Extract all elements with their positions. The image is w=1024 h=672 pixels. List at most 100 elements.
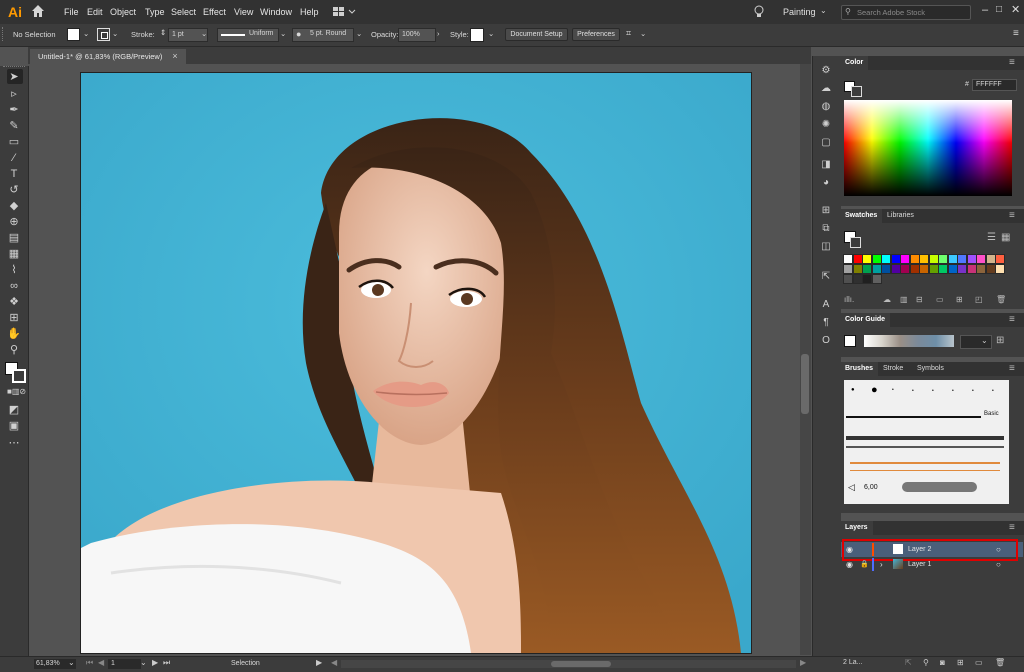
swatch[interactable] (919, 254, 929, 264)
chevron-down-icon[interactable]: ⌄ (201, 29, 207, 38)
lock-icon[interactable]: 🔒 (860, 557, 869, 572)
swatch[interactable] (852, 254, 863, 264)
stroke-stepper-icon[interactable]: ⇕ (160, 28, 166, 37)
scroll-left-icon[interactable]: ◀ (331, 658, 337, 667)
graphic-style-swatch[interactable] (470, 28, 484, 42)
align-icon[interactable]: ⊞ (819, 204, 833, 218)
swatch[interactable] (890, 254, 901, 264)
scroll-thumb[interactable] (551, 661, 611, 667)
arrange-icon[interactable]: ⌗ (626, 28, 631, 39)
pathfinder-icon[interactable]: ◫ (819, 240, 833, 254)
tab-color-guide[interactable]: Color Guide (840, 313, 891, 327)
swatch[interactable] (852, 274, 863, 284)
paragraph-icon[interactable]: ¶ (819, 316, 833, 330)
swatch[interactable] (928, 254, 939, 264)
next-artboard-icon[interactable]: ▶ (152, 658, 158, 667)
delete-icon[interactable]: 🗑 (996, 295, 1006, 304)
chevron-down-icon[interactable]: ⌄ (280, 29, 286, 38)
swatch[interactable] (843, 274, 853, 284)
new-sublayer-icon[interactable]: ⊞ (957, 658, 964, 667)
swatch[interactable] (862, 274, 872, 284)
swatch[interactable] (909, 264, 920, 274)
menu-object[interactable]: Object (110, 7, 136, 17)
save-color-group-icon[interactable]: ⊞ (996, 335, 1004, 346)
hand-tool-icon[interactable]: ✋ (7, 327, 21, 341)
swatch[interactable] (938, 254, 948, 264)
type-tool-icon[interactable]: T (7, 167, 21, 181)
chevron-down-icon[interactable]: ⌄ (640, 29, 646, 38)
menu-edit[interactable]: Edit (87, 7, 103, 17)
artboard-tool-icon[interactable]: ⊞ (7, 311, 21, 325)
swatch[interactable] (947, 264, 958, 274)
horizontal-scrollbar[interactable] (341, 660, 796, 668)
brush-definition[interactable]: ● 5 pt. Round (292, 28, 354, 42)
stroke-color-icon[interactable] (850, 237, 861, 248)
tab-stroke[interactable]: Stroke (878, 362, 908, 376)
menu-window[interactable]: Window (260, 7, 292, 17)
gradient-tool-icon[interactable]: ▤ (7, 231, 21, 245)
tab-symbols[interactable]: Symbols (912, 362, 949, 376)
swatch[interactable] (947, 254, 958, 264)
swatch[interactable] (938, 264, 948, 274)
previous-artboard-icon[interactable]: ◀ (98, 658, 104, 667)
chevron-right-icon[interactable]: › (437, 29, 440, 38)
rotate-tool-icon[interactable]: ↺ (7, 183, 21, 197)
swatch[interactable] (909, 254, 920, 264)
swatch[interactable] (900, 264, 910, 274)
last-artboard-icon[interactable]: ⏭ (163, 658, 170, 668)
paintbrush-tool-icon[interactable]: ⁄ (7, 151, 21, 165)
edit-colors-icon[interactable]: ◰ (975, 295, 983, 304)
tab-layers[interactable]: Layers (840, 521, 873, 535)
menu-select[interactable]: Select (171, 7, 196, 17)
swatch[interactable] (957, 254, 967, 264)
graphic-styles-icon[interactable]: ▢ (819, 136, 833, 150)
drawing-modes-icon[interactable]: ◩ (7, 403, 21, 417)
selection-tool-icon[interactable]: ➤ (7, 70, 21, 84)
base-color-icon[interactable] (844, 335, 856, 347)
harmony-colors[interactable] (864, 335, 954, 347)
color-guide-panel-menu-icon[interactable]: ≡ (1009, 314, 1015, 325)
first-artboard-icon[interactable]: ⏮ (86, 658, 93, 668)
document-setup-button[interactable]: Document Setup (505, 28, 568, 41)
menu-file[interactable]: File (64, 7, 79, 17)
swatch[interactable] (843, 264, 853, 274)
opentype-icon[interactable]: O (819, 334, 833, 348)
tab-libraries[interactable]: Libraries (882, 209, 919, 223)
transform-icon[interactable]: ⧉ (819, 222, 833, 236)
visibility-eye-icon[interactable]: ◉ (846, 557, 853, 572)
color-spectrum[interactable] (844, 100, 1012, 196)
transparency-icon[interactable]: ◕ (819, 176, 833, 190)
export-icon[interactable]: ⇱ (905, 658, 912, 667)
layer-row[interactable]: ◉ 🔒 › Layer 1 ○ (841, 557, 1023, 572)
target-circle-icon[interactable]: ○ (996, 557, 1001, 572)
swatch[interactable] (976, 254, 986, 264)
artboard[interactable] (80, 72, 752, 654)
chevron-down-icon[interactable]: ⌄ (488, 29, 494, 38)
scroll-right-icon[interactable]: ▶ (800, 658, 806, 667)
swatch[interactable] (957, 264, 967, 274)
chevron-right-icon[interactable]: ▶ (316, 658, 322, 667)
clipping-mask-icon[interactable]: ◙ (940, 658, 945, 667)
blend-tool-icon[interactable]: ∞ (7, 279, 21, 293)
swatch[interactable] (966, 254, 977, 264)
swatch[interactable] (900, 254, 910, 264)
eraser-tool-icon[interactable]: ◆ (7, 199, 21, 213)
swatch[interactable] (976, 264, 986, 274)
stock-search-field[interactable]: ⚲ Search Adobe Stock (841, 5, 971, 20)
chevron-down-icon[interactable]: ⌄ (981, 336, 988, 345)
swatch[interactable] (995, 254, 1005, 264)
swatch[interactable] (995, 264, 1005, 274)
rectangle-tool-icon[interactable]: ▭ (7, 135, 21, 149)
minimize-button[interactable]: – (982, 4, 988, 16)
list-view-icon[interactable]: ☰ (987, 232, 996, 243)
swatch[interactable] (871, 254, 882, 264)
screen-mode-icon[interactable]: ▣ (7, 419, 21, 433)
stroke-color-icon[interactable] (12, 369, 26, 383)
pen-tool-icon[interactable]: ✒ (7, 103, 21, 117)
lightbulb-icon[interactable] (754, 5, 764, 19)
brush-library[interactable]: ● ● • • • • • • Basic ◁ 6,00 (844, 380, 1009, 504)
menu-help[interactable]: Help (300, 7, 319, 17)
chevron-down-icon[interactable]: ⌄ (68, 658, 75, 667)
zoom-tool-icon[interactable]: ⚲ (7, 343, 21, 357)
color-wheel-icon[interactable]: ✺ (819, 118, 833, 132)
